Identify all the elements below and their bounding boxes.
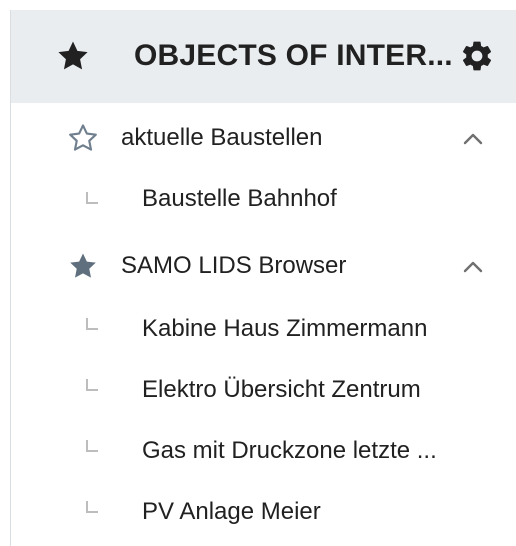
tree-connector-icon: [86, 318, 98, 330]
group-row-aktuelle-baustellen[interactable]: aktuelle Baustellen: [11, 108, 516, 168]
group-label: aktuelle Baustellen: [121, 124, 323, 151]
tree-connector-icon: [86, 379, 98, 391]
list-item-label: Gas mit Druckzone letzte ...: [142, 437, 437, 464]
group-label: SAMO LIDS Browser: [121, 252, 347, 279]
star-filled-icon: [58, 41, 88, 70]
list-item-gas-mit-druckzone[interactable]: Gas mit Druckzone letzte ...: [11, 422, 516, 480]
chevron-up-icon[interactable]: [463, 260, 483, 274]
list-item-elektro-uebersicht-zentrum[interactable]: Elektro Übersicht Zentrum: [11, 361, 516, 419]
tree-connector-icon: [86, 440, 98, 452]
list-item-baustelle-bahnhof[interactable]: Baustelle Bahnhof: [11, 170, 516, 228]
tree-connector-icon: [86, 192, 98, 204]
list-item-label: Elektro Übersicht Zentrum: [142, 376, 421, 403]
list-item-label: Baustelle Bahnhof: [142, 185, 337, 212]
list-item-pv-anlage-meier[interactable]: PV Anlage Meier: [11, 483, 516, 541]
star-outline-icon[interactable]: [67, 122, 99, 154]
panel-header: OBJECTS OF INTER...: [11, 10, 516, 103]
chevron-up-icon[interactable]: [463, 132, 483, 146]
star-filled-icon[interactable]: [67, 250, 99, 282]
group-row-samo-lids-browser[interactable]: SAMO LIDS Browser: [11, 236, 516, 296]
gear-icon[interactable]: [459, 38, 495, 74]
list-item-label: Kabine Haus Zimmermann: [142, 315, 428, 342]
list-item-kabine-haus-zimmermann[interactable]: Kabine Haus Zimmermann: [11, 300, 516, 358]
tree-connector-icon: [86, 501, 98, 513]
objects-of-interest-panel: OBJECTS OF INTER... aktuelle Baustellen …: [10, 10, 516, 546]
panel-title: OBJECTS OF INTER...: [134, 39, 453, 72]
list-item-label: PV Anlage Meier: [142, 498, 321, 525]
